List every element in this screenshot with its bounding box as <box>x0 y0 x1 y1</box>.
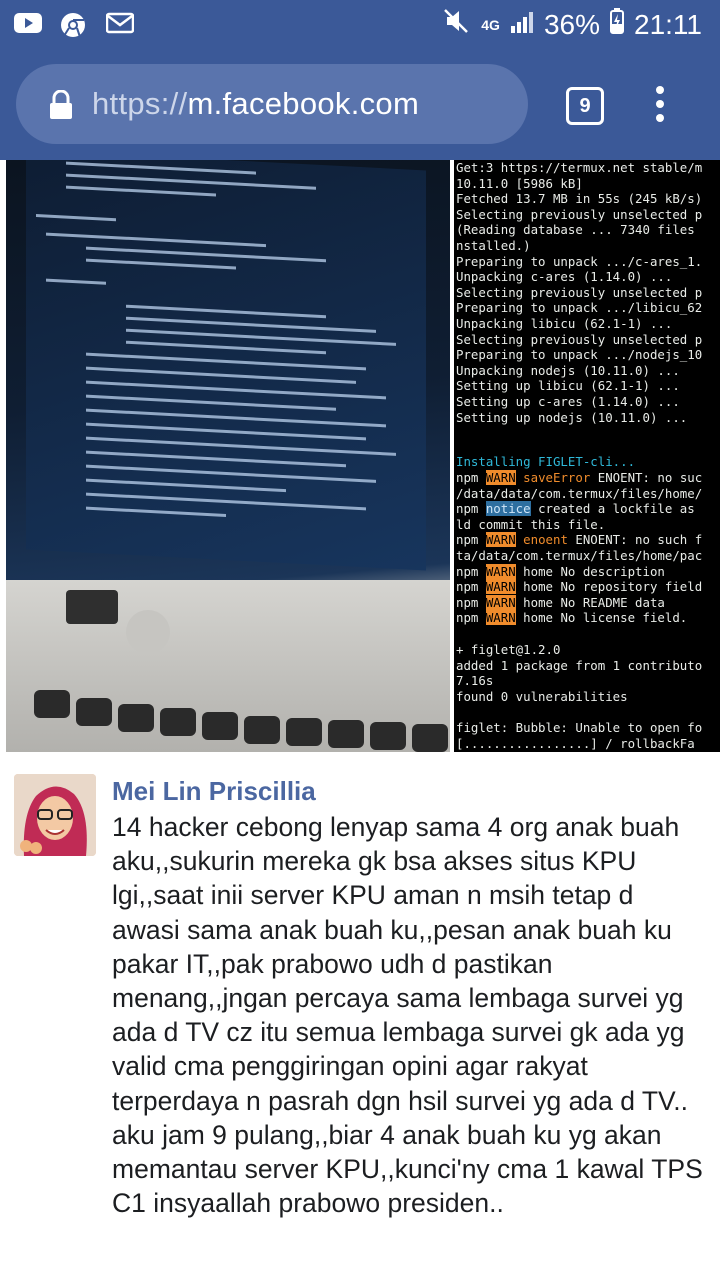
url-scheme: https:// <box>92 86 188 121</box>
npm-text: ta/data/com.termux/files/home/pac <box>456 547 703 563</box>
battery-icon <box>610 8 624 41</box>
signal-icon <box>510 9 534 41</box>
terminal-line: Setting up c-ares (1.14.0) ... <box>456 393 680 409</box>
url-text[interactable]: https://m.facebook.com <box>92 86 419 122</box>
npm-text: ld commit this file. <box>456 516 606 532</box>
npm-line: npm WARN home No description <box>456 563 702 580</box>
terminal-npm-output: npm WARN saveError ENOENT: no suc/data/d… <box>456 470 702 626</box>
npm-warn-badge: WARN <box>485 470 516 485</box>
lock-icon <box>48 89 74 120</box>
status-bar: 4G 36% 21:11 <box>0 0 720 50</box>
npm-notice-badge: notice <box>485 501 531 517</box>
battery-percent: 36% <box>543 8 600 40</box>
npm-prefix: npm <box>456 501 486 517</box>
network-type: 4G <box>481 16 500 33</box>
url-host: m.facebook.com <box>187 86 420 121</box>
npm-warn-badge: WARN <box>485 563 516 579</box>
laptop-keyboard <box>6 580 450 752</box>
comment-text: 14 hacker cebong lenyap sama 4 org anak … <box>112 812 703 1219</box>
npm-prefix: npm <box>456 610 486 626</box>
avatar[interactable] <box>14 774 96 856</box>
terminal-line: Get:3 https://termux.net stable/m <box>456 160 703 175</box>
terminal-line: (Reading database ... 7340 files <box>456 222 695 238</box>
npm-line: npm WARN home No license field. <box>456 610 702 626</box>
terminal-line: + figlet@1.2.0 <box>456 642 561 657</box>
npm-prefix: npm <box>456 594 486 610</box>
browser-toolbar: https://m.facebook.com 9 <box>0 50 720 160</box>
laptop-photo <box>6 160 450 752</box>
terminal-line: Unpacking nodejs (10.11.0) ... <box>456 362 680 378</box>
npm-text: ENOENT: no such f <box>567 532 703 548</box>
terminal-line: [.................] / rollbackFa <box>456 735 695 751</box>
terminal-screenshot: Get:3 https://termux.net stable/m 10.11.0… <box>454 160 720 752</box>
npm-prefix: npm <box>456 532 486 548</box>
terminal-line: Unpacking libicu (62.1-1) ... <box>456 315 673 331</box>
terminal-line: Selecting previously unselected p <box>456 206 703 222</box>
terminal-line: Fetched 13.7 MB in 55s (245 kB/s) <box>456 191 703 207</box>
installing-text: Installing FIGLET-cli... <box>456 454 636 469</box>
npm-line: /data/data/com.termux/files/home/ <box>456 486 702 502</box>
npm-line: npm WARN enoent ENOENT: no such f <box>456 532 702 548</box>
terminal-line: added 1 package from 1 contributo <box>456 657 703 673</box>
mail-icon <box>105 12 135 36</box>
npm-key: saveError <box>515 470 591 485</box>
terminal-line: Preparing to unpack .../c-ares_1. <box>456 253 703 269</box>
comment-author[interactable]: Mei Lin Priscillia <box>112 776 316 807</box>
terminal-installing-line: Installing FIGLET-cli... <box>456 454 635 470</box>
npm-line: npm WARN home No repository field <box>456 579 702 595</box>
more-options-icon[interactable] <box>652 86 668 126</box>
terminal-line: 7.16s <box>456 673 494 689</box>
npm-warn-badge: WARN <box>485 532 516 548</box>
npm-text: home No README data <box>515 594 665 610</box>
npm-text: ENOENT: no suc <box>590 470 703 485</box>
terminal-line: Unpacking c-ares (1.14.0) ... <box>456 269 673 285</box>
terminal-line: found 0 vulnerabilities <box>456 688 628 704</box>
mute-icon <box>443 8 471 41</box>
terminal-line: 10.11.0 [5986 kB] <box>456 175 583 191</box>
npm-text: home No license field. <box>515 610 688 626</box>
chrome-icon <box>60 12 88 38</box>
npm-text: /data/data/com.termux/files/home/ <box>456 485 703 501</box>
npm-line: ld commit this file. <box>456 517 702 533</box>
npm-key: enoent <box>515 532 568 548</box>
npm-text: home No repository field <box>515 579 703 595</box>
laptop-screen <box>26 160 426 571</box>
npm-prefix: npm <box>456 579 486 595</box>
terminal-line: figlet: Bubble: Unable to open fo <box>456 719 703 735</box>
post-photo[interactable]: Get:3 https://termux.net stable/m 10.11.0… <box>0 160 720 752</box>
npm-line: npm WARN home No README data <box>456 594 702 611</box>
npm-line: npm WARN saveError ENOENT: no suc <box>456 470 702 486</box>
npm-text: home No description <box>515 563 665 579</box>
terminal-output: Get:3 https://termux.net stable/m 10.11.0… <box>456 160 702 425</box>
npm-line: ta/data/com.termux/files/home/pac <box>456 548 702 564</box>
tab-switcher-button[interactable]: 9 <box>566 87 604 125</box>
terminal-line: Selecting previously unselected p <box>456 331 703 347</box>
terminal-result-output: + figlet@1.2.0 added 1 package from 1 con… <box>456 642 702 751</box>
npm-warn-badge: WARN <box>485 594 516 610</box>
terminal-line: Selecting previously unselected p <box>456 284 703 300</box>
npm-line: npm notice created a lockfile as <box>456 501 702 517</box>
clock: 21:11 <box>634 8 702 40</box>
terminal-line: Setting up nodejs (10.11.0) ... <box>456 409 688 425</box>
npm-prefix: npm <box>456 470 486 485</box>
terminal-line: Preparing to unpack .../libicu_62 <box>456 300 703 316</box>
npm-warn-badge: WARN <box>485 579 516 595</box>
comment: Mei Lin Priscillia 14 hacker cebong leny… <box>0 752 720 1280</box>
npm-text: created a lockfile as <box>530 501 695 517</box>
npm-prefix: npm <box>456 563 486 579</box>
terminal-line: Setting up libicu (62.1-1) ... <box>456 378 680 394</box>
npm-warn-badge: WARN <box>485 610 516 626</box>
youtube-icon <box>14 12 42 36</box>
address-bar[interactable]: https://m.facebook.com <box>16 64 528 144</box>
terminal-line: Preparing to unpack .../nodejs_10 <box>456 347 703 363</box>
terminal-line: nstalled.) <box>456 237 531 253</box>
